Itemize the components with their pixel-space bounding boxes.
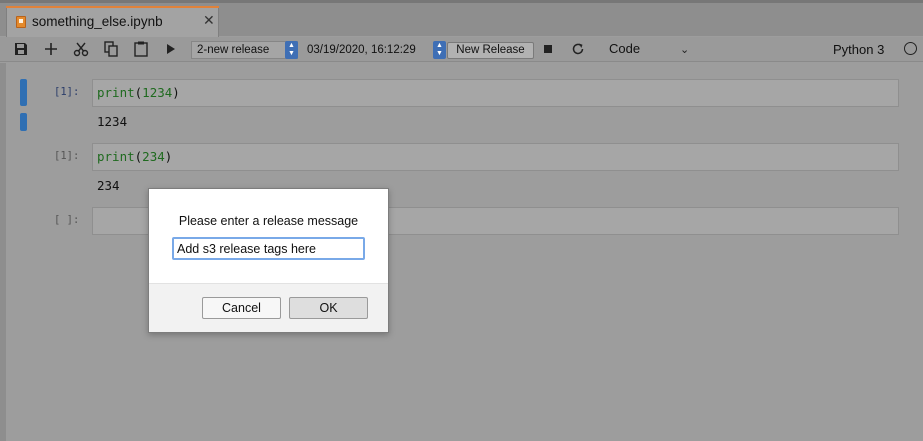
code-argument: 1234 bbox=[142, 85, 173, 100]
release-select[interactable]: 2-new release ▲ ▼ bbox=[191, 41, 298, 59]
dialog-message: Please enter a release message bbox=[178, 214, 359, 228]
cell-prompt: [1]: bbox=[54, 86, 80, 98]
cell-prompt: [1]: bbox=[54, 150, 80, 162]
cell-type-select[interactable]: Code bbox=[609, 41, 640, 56]
new-release-button[interactable]: New Release bbox=[447, 42, 534, 59]
add-icon[interactable] bbox=[44, 40, 60, 58]
paste-icon[interactable] bbox=[134, 40, 150, 58]
output-collapser[interactable] bbox=[20, 113, 27, 131]
select-arrows-icon: ▲ ▼ bbox=[433, 41, 446, 59]
cut-icon[interactable] bbox=[73, 40, 91, 58]
release-message-dialog: Please enter a release message Cancel OK bbox=[148, 188, 389, 333]
close-icon[interactable]: ✕ bbox=[203, 12, 215, 28]
input-collapser[interactable] bbox=[20, 79, 27, 106]
stop-icon[interactable] bbox=[543, 40, 555, 58]
cell-prompt: [ ]: bbox=[54, 214, 80, 226]
release-select-value: 2-new release bbox=[197, 44, 270, 56]
ok-button[interactable]: OK bbox=[289, 297, 368, 319]
restart-icon[interactable] bbox=[571, 40, 587, 58]
kernel-name[interactable]: Python 3 bbox=[833, 42, 884, 57]
date-select-value: 03/19/2020, 16:12:29 bbox=[307, 44, 416, 56]
tab-bar: something_else.ipynb ✕ bbox=[0, 0, 923, 37]
code-argument: 234 bbox=[142, 149, 165, 164]
dialog-footer: Cancel OK bbox=[149, 283, 388, 332]
select-arrows-icon: ▲ ▼ bbox=[285, 41, 298, 59]
run-icon[interactable] bbox=[165, 40, 179, 58]
cell-output: 234 bbox=[97, 178, 120, 193]
copy-icon[interactable] bbox=[104, 40, 120, 58]
kernel-status-icon bbox=[904, 42, 917, 55]
release-message-input[interactable] bbox=[172, 237, 365, 260]
save-icon[interactable] bbox=[14, 40, 30, 58]
chevron-down-icon[interactable]: ⌄ bbox=[680, 43, 689, 56]
notebook-tab[interactable]: something_else.ipynb ✕ bbox=[6, 6, 219, 37]
left-sidebar-strip bbox=[0, 63, 6, 441]
cell-output: 1234 bbox=[97, 114, 128, 129]
cancel-button[interactable]: Cancel bbox=[202, 297, 281, 319]
tab-active-accent bbox=[6, 6, 219, 8]
tab-bar-top-line bbox=[0, 0, 923, 3]
cell-input[interactable]: print(234) bbox=[92, 143, 899, 171]
tab-title[interactable]: something_else.ipynb bbox=[32, 14, 163, 29]
code-function: print bbox=[97, 149, 135, 164]
notebook-icon bbox=[16, 16, 26, 28]
date-select[interactable]: 03/19/2020, 16:12:29 ▲ ▼ bbox=[301, 41, 446, 59]
notebook-toolbar: 2-new release ▲ ▼ 03/19/2020, 16:12:29 ▲ ▼… bbox=[0, 37, 923, 62]
code-function: print bbox=[97, 85, 135, 100]
cell-input[interactable]: print(1234) bbox=[92, 79, 899, 107]
